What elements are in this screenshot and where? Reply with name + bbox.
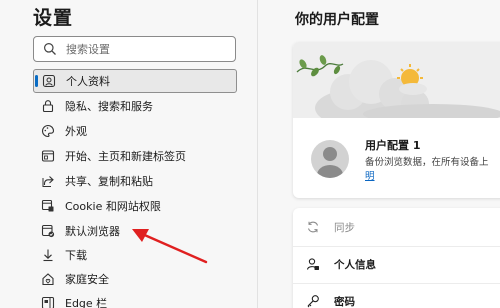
sidebar-item-label: 默认浏览器 [65, 225, 120, 238]
sidebar-item-default-browser[interactable]: 默认浏览器 [33, 219, 238, 243]
lock-icon [41, 99, 55, 113]
list-item-label: 密码 [334, 295, 355, 308]
profile-learn-more-link[interactable]: 明 [365, 168, 375, 182]
list-item-personal-info[interactable]: 个人信息 [293, 247, 500, 281]
main-content: 你的用户配置 用户配置 1 备份浏览数据，在所有设备上 明 同步 个人信息 密码 [258, 0, 500, 308]
list-item-passwords[interactable]: 密码 [293, 284, 500, 308]
list-item-label: 个人信息 [334, 258, 376, 271]
page-title: 你的用户配置 [295, 12, 379, 28]
share-icon [41, 174, 55, 188]
sidebar-item-label: 开始、主页和新建标签页 [65, 150, 186, 163]
profile-settings-list: 同步 个人信息 密码 [293, 208, 500, 308]
search-settings-box[interactable] [33, 36, 236, 62]
sidebar-item-edge-bar[interactable]: Edge 栏 [33, 291, 238, 308]
site-permissions-icon [41, 199, 55, 213]
sidebar-item-label: 隐私、搜索和服务 [65, 100, 153, 113]
sidebar-item-family-safety[interactable]: 家庭安全 [33, 267, 238, 291]
sidebar-item-privacy[interactable]: 隐私、搜索和服务 [33, 94, 238, 118]
settings-sidebar: 设置 个人资料 隐私、搜索和服务 外观 开始、主页和新建标签页 [0, 0, 257, 308]
list-item-label: 同步 [334, 221, 355, 234]
sidebar-item-label: 家庭安全 [65, 273, 109, 286]
download-icon [41, 248, 55, 262]
profile-description: 备份浏览数据，在所有设备上 [365, 157, 489, 168]
sidebar-item-start-home-newtab[interactable]: 开始、主页和新建标签页 [33, 144, 238, 168]
sidebar-item-label: 下载 [65, 249, 87, 262]
sidebar-item-label: 外观 [65, 125, 87, 138]
appearance-icon [41, 124, 55, 138]
sidebar-item-downloads[interactable]: 下载 [33, 243, 238, 267]
sync-icon [306, 220, 320, 234]
sidebar-item-label: 个人资料 [66, 75, 110, 88]
sidebar-item-label: 共享、复制和粘贴 [65, 175, 153, 188]
settings-title: 设置 [33, 7, 74, 29]
sidebar-item-share-copy-paste[interactable]: 共享、复制和粘贴 [33, 169, 238, 193]
search-input[interactable] [66, 39, 231, 59]
start-page-icon [41, 149, 55, 163]
family-icon [41, 272, 55, 286]
sidebar-item-cookies[interactable]: Cookie 和网站权限 [33, 194, 238, 218]
personal-info-icon [306, 257, 320, 271]
profile-card: 用户配置 1 备份浏览数据，在所有设备上 明 [293, 42, 500, 198]
sidebar-item-appearance[interactable]: 外观 [33, 119, 238, 143]
sidebar-item-label: Cookie 和网站权限 [65, 200, 161, 213]
profile-name: 用户配置 1 [365, 139, 421, 152]
avatar [311, 140, 349, 178]
sidebar-item-profiles[interactable]: 个人资料 [33, 69, 237, 93]
key-icon [306, 294, 320, 308]
profile-banner-illustration [293, 42, 500, 128]
search-icon [44, 43, 56, 55]
sidebar-item-label: Edge 栏 [65, 297, 108, 308]
profile-icon [42, 74, 56, 88]
edge-bar-icon [41, 296, 55, 308]
list-item-sync[interactable]: 同步 [293, 210, 500, 244]
default-browser-icon [41, 224, 55, 238]
